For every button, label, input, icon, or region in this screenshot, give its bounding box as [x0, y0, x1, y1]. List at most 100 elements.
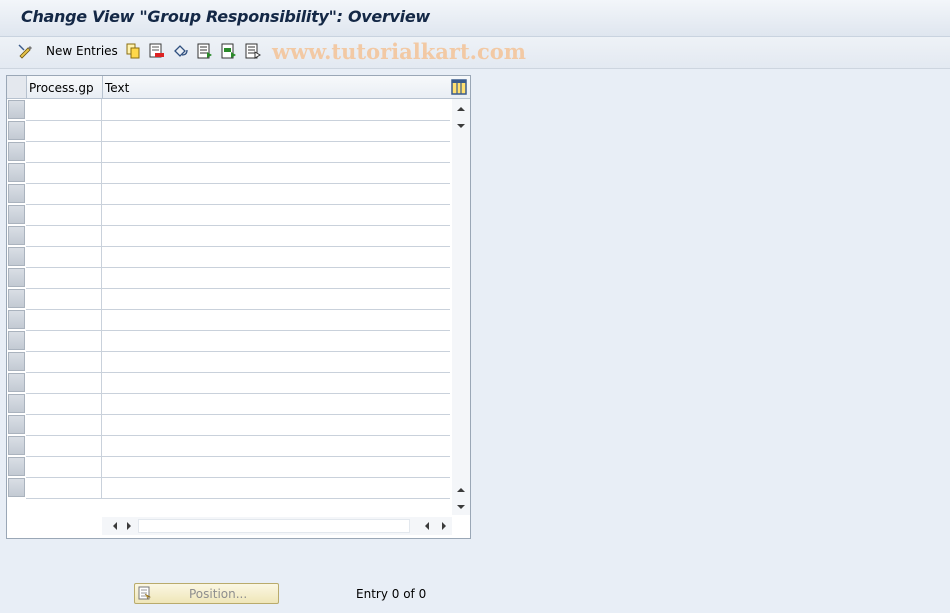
- cell-process-group[interactable]: [26, 120, 102, 142]
- select-block-icon[interactable]: [221, 43, 237, 59]
- cell-text[interactable]: [102, 330, 450, 352]
- table-row: [7, 120, 452, 142]
- cell-text[interactable]: [102, 435, 450, 457]
- column-header-process-group[interactable]: Process.gp: [29, 81, 94, 95]
- cell-process-group[interactable]: [26, 99, 102, 121]
- horizontal-scrollbar[interactable]: [102, 517, 452, 535]
- cell-text[interactable]: [102, 414, 450, 436]
- table-row: [7, 183, 452, 205]
- scroll-left-icon[interactable]: [110, 521, 120, 531]
- scroll-bottom-icon[interactable]: [456, 502, 466, 512]
- copy-as-icon[interactable]: [125, 43, 141, 59]
- cell-process-group[interactable]: [26, 309, 102, 331]
- table-row: [7, 225, 452, 247]
- vertical-scrollbar[interactable]: [452, 99, 470, 515]
- row-selector[interactable]: [8, 415, 25, 434]
- row-selector[interactable]: [8, 457, 25, 476]
- cell-text[interactable]: [102, 372, 450, 394]
- row-selector[interactable]: [8, 268, 25, 287]
- table-row: [7, 99, 452, 121]
- cell-process-group[interactable]: [26, 372, 102, 394]
- cell-text[interactable]: [102, 120, 450, 142]
- cell-text[interactable]: [102, 99, 450, 121]
- row-selector[interactable]: [8, 352, 25, 371]
- table-settings-icon[interactable]: [451, 79, 467, 95]
- scroll-left-end-icon[interactable]: [422, 521, 432, 531]
- row-selector[interactable]: [8, 142, 25, 161]
- row-selector[interactable]: [8, 100, 25, 119]
- cell-text[interactable]: [102, 246, 450, 268]
- cell-text[interactable]: [102, 204, 450, 226]
- row-selector[interactable]: [8, 331, 25, 350]
- undo-change-icon[interactable]: [173, 43, 189, 59]
- row-selector[interactable]: [8, 184, 25, 203]
- cell-process-group[interactable]: [26, 141, 102, 163]
- cell-text[interactable]: [102, 267, 450, 289]
- position-button-label: Position...: [189, 587, 248, 601]
- delete-icon[interactable]: [149, 43, 165, 59]
- table-row: [7, 141, 452, 163]
- cell-text[interactable]: [102, 225, 450, 247]
- table-row: [7, 351, 452, 373]
- row-selector[interactable]: [8, 436, 25, 455]
- table-body: [7, 99, 452, 499]
- table-control: Process.gp Text: [6, 75, 471, 539]
- cell-process-group[interactable]: [26, 393, 102, 415]
- position-icon: [138, 586, 152, 600]
- scroll-right-icon[interactable]: [124, 521, 134, 531]
- position-button[interactable]: Position...: [134, 583, 279, 604]
- table-row: [7, 477, 452, 499]
- select-all-rows-button[interactable]: [7, 76, 27, 98]
- column-divider: [102, 76, 103, 98]
- cell-process-group[interactable]: [26, 162, 102, 184]
- cell-process-group[interactable]: [26, 183, 102, 205]
- row-selector[interactable]: [8, 121, 25, 140]
- cell-process-group[interactable]: [26, 330, 102, 352]
- display-change-icon[interactable]: [17, 43, 33, 59]
- page-title: Change View "Group Responsibility": Over…: [21, 7, 430, 26]
- row-selector[interactable]: [8, 394, 25, 413]
- scroll-right-end-icon[interactable]: [439, 521, 449, 531]
- row-selector[interactable]: [8, 373, 25, 392]
- cell-text[interactable]: [102, 393, 450, 415]
- row-selector[interactable]: [8, 163, 25, 182]
- cell-text[interactable]: [102, 309, 450, 331]
- cell-process-group[interactable]: [26, 414, 102, 436]
- cell-process-group[interactable]: [26, 246, 102, 268]
- cell-text[interactable]: [102, 456, 450, 478]
- cell-process-group[interactable]: [26, 435, 102, 457]
- row-selector[interactable]: [8, 247, 25, 266]
- cell-text[interactable]: [102, 351, 450, 373]
- row-selector[interactable]: [8, 478, 25, 497]
- cell-process-group[interactable]: [26, 267, 102, 289]
- scroll-top-icon[interactable]: [456, 104, 466, 114]
- cell-text[interactable]: [102, 288, 450, 310]
- row-selector[interactable]: [8, 226, 25, 245]
- cell-text[interactable]: [102, 141, 450, 163]
- table-row: [7, 309, 452, 331]
- cell-text[interactable]: [102, 183, 450, 205]
- row-selector[interactable]: [8, 289, 25, 308]
- scroll-page-up-icon[interactable]: [456, 121, 466, 131]
- column-header-text[interactable]: Text: [105, 81, 129, 95]
- deselect-all-icon[interactable]: [245, 43, 261, 59]
- watermark: www.tutorialkart.com: [272, 39, 526, 64]
- cell-process-group[interactable]: [26, 351, 102, 373]
- table-row: [7, 288, 452, 310]
- cell-process-group[interactable]: [26, 456, 102, 478]
- cell-process-group[interactable]: [26, 225, 102, 247]
- row-selector[interactable]: [8, 205, 25, 224]
- cell-text[interactable]: [102, 477, 450, 499]
- select-all-icon[interactable]: [197, 43, 213, 59]
- table-row: [7, 372, 452, 394]
- new-entries-button[interactable]: New Entries: [46, 44, 118, 58]
- cell-process-group[interactable]: [26, 288, 102, 310]
- table-row: [7, 267, 452, 289]
- table-row: [7, 456, 452, 478]
- cell-process-group[interactable]: [26, 477, 102, 499]
- scroll-page-down-icon[interactable]: [456, 485, 466, 495]
- horizontal-scroll-track[interactable]: [138, 519, 410, 533]
- cell-process-group[interactable]: [26, 204, 102, 226]
- cell-text[interactable]: [102, 162, 450, 184]
- row-selector[interactable]: [8, 310, 25, 329]
